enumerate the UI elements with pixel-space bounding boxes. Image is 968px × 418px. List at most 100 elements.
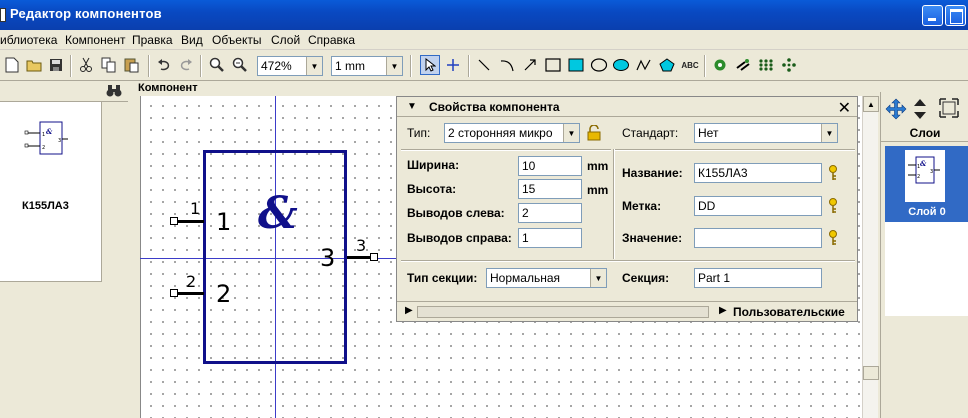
scroll-thumb[interactable] (863, 366, 879, 380)
chevron-down-icon[interactable]: ▼ (306, 57, 322, 75)
paste-icon[interactable] (122, 55, 142, 75)
pin-grid-icon[interactable] (756, 55, 776, 75)
custom-properties-scroll[interactable] (417, 306, 709, 318)
minimize-button[interactable] (922, 5, 943, 26)
pin-2-line[interactable] (176, 292, 204, 295)
redo-icon[interactable] (176, 55, 196, 75)
close-icon[interactable]: ✕ (838, 98, 851, 118)
standard-value: Нет (698, 126, 719, 140)
layers-list[interactable]: & 1 2 3 Слой 0 (885, 146, 968, 316)
resize-frame-icon[interactable] (939, 98, 959, 121)
pin-3-name: 3 (320, 244, 336, 272)
line-tool-icon[interactable] (474, 55, 494, 75)
pin-arrange-icon[interactable] (733, 55, 753, 75)
chevron-down-icon[interactable]: ▼ (590, 269, 606, 287)
svg-text:2: 2 (917, 174, 920, 180)
key-icon[interactable] (827, 198, 841, 214)
select-arrow-icon[interactable] (420, 55, 440, 75)
key-icon[interactable] (827, 230, 841, 246)
expand-triangle-icon[interactable]: ▶ (405, 305, 413, 316)
type-value: 2 сторонняя микро (448, 126, 553, 140)
canvas-vertical-scrollbar[interactable]: ▲ (862, 96, 879, 418)
library-list[interactable]: & 1 2 3 К155ЛА3 (0, 102, 102, 282)
custom-properties-bar: ▶ ▶ Пользовательские (397, 301, 857, 321)
layers-header: Слои (881, 124, 968, 142)
component-thumbnail[interactable]: & 1 2 3 (22, 120, 70, 163)
pin-1-line[interactable] (176, 220, 204, 223)
menu-view[interactable]: Вид (181, 33, 203, 47)
lock-icon[interactable] (587, 124, 601, 144)
filled-rectangle-tool-icon[interactable] (566, 55, 586, 75)
divider (401, 149, 611, 151)
arrow-tool-icon[interactable] (520, 55, 540, 75)
menu-edit[interactable]: Правка (132, 33, 173, 47)
layers-toolbar (881, 92, 968, 124)
layers-panel: Слои & 1 2 3 Слой 0 (880, 92, 968, 418)
expand-triangle-icon[interactable]: ▶ (719, 305, 727, 316)
zoom-select[interactable]: 472% ▼ (257, 56, 323, 76)
move-arrows-icon[interactable] (885, 98, 907, 123)
library-panel: & 1 2 3 К155ЛА3 (0, 82, 128, 418)
polygon-tool-icon[interactable] (657, 55, 677, 75)
section-type-select[interactable]: Нормальная ▼ (486, 268, 607, 288)
rectangle-tool-icon[interactable] (543, 55, 563, 75)
pin-tool-icon[interactable] (710, 55, 730, 75)
value-input[interactable] (694, 228, 822, 248)
collapse-triangle-icon[interactable]: ▼ (407, 101, 417, 112)
filled-ellipse-tool-icon[interactable] (611, 55, 631, 75)
tag-input[interactable]: DD (694, 196, 822, 216)
copy-icon[interactable] (99, 55, 119, 75)
pins-right-input[interactable]: 1 (518, 228, 582, 248)
pins-left-input[interactable]: 2 (518, 203, 582, 223)
menu-objects[interactable]: Объекты (212, 33, 262, 47)
chevron-down-icon[interactable]: ▼ (821, 124, 837, 142)
app-icon (0, 8, 6, 22)
cut-icon[interactable] (76, 55, 96, 75)
component-symbol: & (258, 188, 298, 239)
polyline-tool-icon[interactable] (634, 55, 654, 75)
menu-help[interactable]: Справка (308, 33, 355, 47)
new-file-icon[interactable] (2, 55, 22, 75)
section-input[interactable]: Part 1 (694, 268, 822, 288)
menu-component[interactable]: Компонент (65, 33, 126, 47)
pin-3-terminal[interactable] (370, 253, 378, 261)
scroll-up-button[interactable]: ▲ (863, 96, 879, 112)
crosshair-icon[interactable] (443, 55, 463, 75)
svg-text:2: 2 (42, 145, 45, 151)
standard-select[interactable]: Нет ▼ (694, 123, 838, 143)
divider (615, 149, 855, 151)
properties-panel: ▼ Свойства компонента ✕ Тип: 2 сторонняя… (396, 96, 858, 322)
toolbar-separator (148, 55, 150, 77)
zoom-fit-icon[interactable] (230, 55, 250, 75)
chevron-down-icon[interactable]: ▼ (563, 124, 579, 142)
maximize-button[interactable] (945, 5, 966, 26)
width-label: Ширина: (407, 158, 460, 172)
arc-tool-icon[interactable] (497, 55, 517, 75)
menu-layer[interactable]: Слой (271, 33, 300, 47)
type-label: Тип: (407, 126, 431, 140)
chevron-down-icon[interactable]: ▼ (386, 57, 402, 75)
binoculars-icon[interactable] (106, 84, 122, 101)
menu-library[interactable]: иблиотека (0, 33, 57, 47)
height-input[interactable]: 15 (518, 179, 582, 199)
section-type-value: Нормальная (490, 271, 560, 285)
layer-item[interactable]: & 1 2 3 Слой 0 (885, 146, 968, 222)
save-icon[interactable] (46, 55, 66, 75)
custom-properties-label[interactable]: Пользовательские (733, 305, 845, 319)
layer-label: Слой 0 (908, 206, 946, 218)
text-tool-icon[interactable]: ABC (680, 55, 700, 75)
key-icon[interactable] (827, 165, 841, 181)
undo-icon[interactable] (154, 55, 174, 75)
grid-select[interactable]: 1 mm ▼ (331, 56, 403, 76)
pin-2-terminal[interactable] (170, 289, 178, 297)
pin-1-terminal[interactable] (170, 217, 178, 225)
ellipse-tool-icon[interactable] (589, 55, 609, 75)
pin-cross-icon[interactable] (779, 55, 799, 75)
width-input[interactable]: 10 (518, 156, 582, 176)
toolbar: 472% ▼ 1 mm ▼ ABC (0, 51, 968, 81)
open-folder-icon[interactable] (24, 55, 44, 75)
zoom-in-icon[interactable] (207, 55, 227, 75)
name-input[interactable]: К155ЛА3 (694, 163, 822, 183)
type-select[interactable]: 2 сторонняя микро ▼ (444, 123, 580, 143)
up-down-arrows-icon[interactable] (913, 98, 927, 123)
